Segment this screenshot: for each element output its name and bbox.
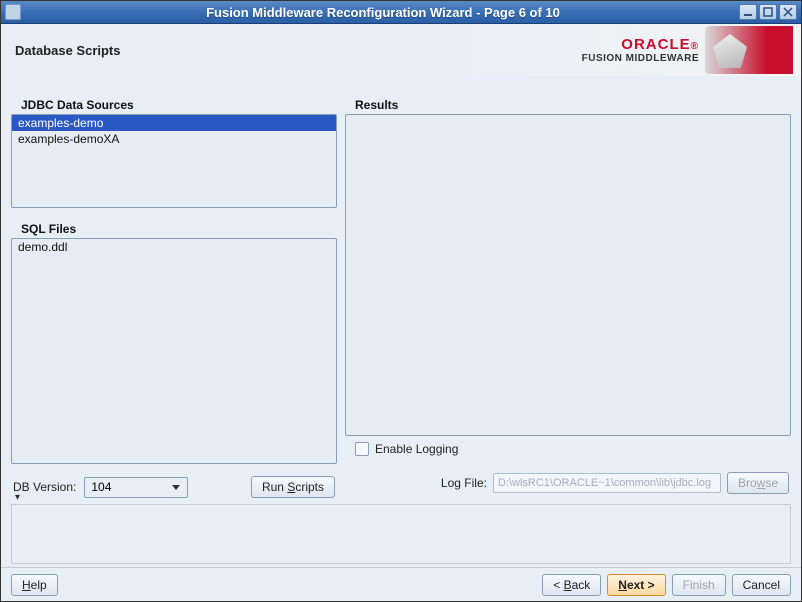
finish-button: Finish: [672, 574, 726, 596]
brand: ORACLE® FUSION MIDDLEWARE: [582, 26, 793, 74]
cancel-label: Cancel: [743, 578, 780, 592]
browse-label: Browse: [738, 476, 778, 490]
run-scripts-button[interactable]: Run Scripts: [251, 476, 335, 498]
app-icon: [5, 4, 21, 20]
minimize-button[interactable]: [739, 4, 757, 20]
wizard-header: Database Scripts ORACLE® FUSION MIDDLEWA…: [1, 24, 801, 76]
results-label: Results: [345, 98, 791, 114]
brand-main-text: ORACLE®: [582, 36, 699, 53]
list-item[interactable]: examples-demo: [12, 115, 336, 131]
wizard-footer: Help < Back Next > Finish Cancel: [1, 567, 801, 601]
window-title: Fusion Middleware Reconfiguration Wizard…: [27, 5, 739, 20]
back-label: < Back: [553, 578, 590, 592]
sql-files-label: SQL Files: [11, 222, 337, 238]
log-file-input[interactable]: [493, 473, 721, 493]
brand-logo-icon: [705, 26, 793, 74]
finish-label: Finish: [683, 578, 715, 592]
cancel-button[interactable]: Cancel: [732, 574, 791, 596]
log-file-label: Log File:: [441, 476, 487, 490]
list-item[interactable]: examples-demoXA: [12, 131, 336, 147]
next-button[interactable]: Next >: [607, 574, 665, 596]
sql-files-list[interactable]: demo.ddl: [11, 238, 337, 464]
maximize-button[interactable]: [759, 4, 777, 20]
back-button[interactable]: < Back: [542, 574, 601, 596]
enable-logging-label: Enable Logging: [375, 442, 458, 456]
run-scripts-label: Run Scripts: [262, 480, 324, 494]
db-version-select[interactable]: 104: [84, 477, 188, 498]
db-version-label: DB Version:: [13, 480, 76, 494]
chevron-down-icon: [169, 480, 183, 494]
enable-logging-checkbox[interactable]: [355, 442, 369, 456]
help-button[interactable]: Help: [11, 574, 58, 596]
browse-button[interactable]: Browse: [727, 472, 789, 494]
list-item[interactable]: demo.ddl: [12, 239, 336, 255]
brand-sub-text: FUSION MIDDLEWARE: [582, 53, 699, 64]
results-box: [345, 114, 791, 436]
jdbc-data-sources-list[interactable]: examples-demoexamples-demoXA: [11, 114, 337, 208]
db-version-value: 104: [91, 480, 111, 494]
expand-arrow-icon[interactable]: ▾: [15, 492, 20, 503]
page-title: Database Scripts: [15, 43, 121, 58]
close-button[interactable]: [779, 4, 797, 20]
next-label: Next >: [618, 578, 654, 592]
message-area: [11, 504, 791, 564]
titlebar: Fusion Middleware Reconfiguration Wizard…: [1, 1, 801, 24]
window-controls: [739, 4, 797, 20]
help-label: Help: [22, 578, 47, 592]
jdbc-data-sources-label: JDBC Data Sources: [11, 98, 337, 114]
